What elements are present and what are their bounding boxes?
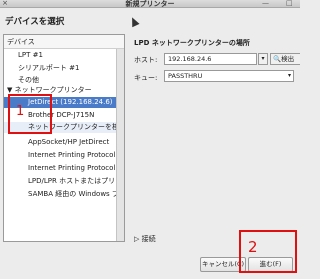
host-label: ホスト: [134,56,158,64]
window-title: 新規プリンター [125,0,175,8]
mouse-cursor-icon [128,15,140,28]
tree-item-lpt1[interactable]: LPT #1 [4,50,116,61]
annotation-number-2: 2 [248,238,258,256]
connection-expander[interactable]: ▷ 接続 [134,234,156,244]
queue-combobox[interactable]: PASSTHRU ▾ [164,70,294,82]
device-tree-header: デバイス [4,35,124,49]
host-dropdown-button[interactable]: ▾ [258,53,268,65]
tree-item-serial1[interactable]: シリアルポート #1 [4,63,116,74]
annotation-number-1: 1 [16,104,25,119]
maximize-icon[interactable]: □ [286,0,293,7]
chevron-down-icon: ▾ [261,55,265,62]
queue-value: PASSTHRU [168,72,203,80]
tree-item-appsocket[interactable]: AppSocket/HP JetDirect [4,137,116,148]
chevron-down-icon: ▾ [287,72,291,79]
host-field[interactable]: 192.168.24.6 [164,53,257,65]
probe-button[interactable]: 🔍検出 [270,53,300,65]
tree-scrollbar[interactable] [116,49,124,241]
page-title: デバイスを選択 [5,17,65,27]
search-icon: 🔍 [273,55,282,63]
tree-item-lpd[interactable]: LPD/LPR ホストまたはプリンター [4,176,116,187]
tree-item-samba[interactable]: SAMBA 経由の Windows プリンター [4,189,116,200]
window-titlebar: × 新規プリンター — □ [0,0,300,8]
minimize-icon[interactable]: — [262,0,269,7]
probe-button-label: 検出 [281,55,295,63]
lpd-section-title: LPD ネットワークプリンターの場所 [134,39,250,47]
device-tree[interactable]: デバイス LPT #1 シリアルポート #1 その他 ▼ ネットワークプリンター… [3,34,125,242]
queue-label: キュー: [134,74,158,82]
annotation-box-1 [8,94,52,134]
tree-item-ipp-https[interactable]: Internet Printing Protocol (https) [4,163,116,174]
tree-item-ipp[interactable]: Internet Printing Protocol (ipp) [4,150,116,161]
